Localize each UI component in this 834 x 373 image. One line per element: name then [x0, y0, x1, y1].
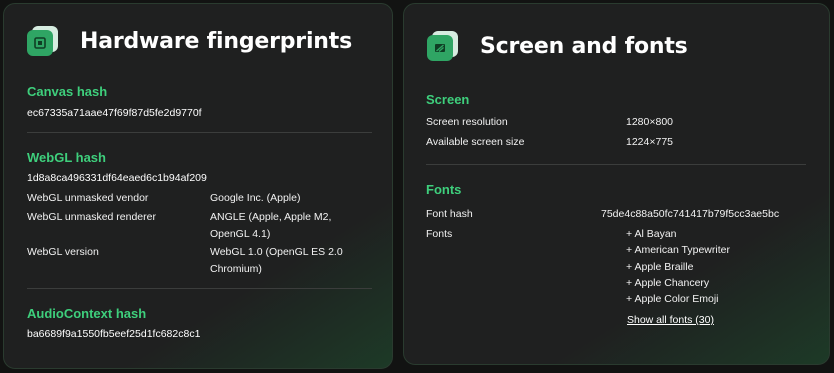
- hardware-card-header: Hardware fingerprints: [27, 26, 352, 56]
- screen-card-header: Screen and fonts: [427, 31, 688, 61]
- available-screen-size-label: Available screen size: [426, 136, 525, 148]
- webgl-version-value: WebGL 1.0 (OpenGL ES 2.0 Chromium): [210, 246, 343, 275]
- hardware-card-title: Hardware fingerprints: [80, 28, 352, 54]
- screen-heading: Screen: [426, 92, 470, 107]
- font-hash-value: 75de4c88a50fc741417b79f5cc3ae5bc: [601, 208, 780, 220]
- screen-resolution-label: Screen resolution: [426, 116, 508, 128]
- available-screen-size-value: 1224×775: [626, 136, 674, 148]
- webgl-vendor-label: WebGL unmasked vendor: [27, 192, 149, 204]
- divider: [426, 164, 806, 165]
- screen-and-fonts-card: Screen and fonts Screen Screen resolutio…: [403, 3, 830, 365]
- divider: [27, 288, 372, 289]
- font-list-item: + Apple Color Emoji: [626, 293, 719, 305]
- screen-resolution-value: 1280×800: [626, 116, 674, 128]
- canvas-hash-value: ec67335a71aae47f69f87d5fe2d9770f: [27, 107, 202, 119]
- font-list-item: + American Typewriter: [626, 244, 730, 256]
- divider: [27, 132, 372, 133]
- audiocontext-hash-value: ba6689f9a1550fb5eef25d1fc682c8c1: [27, 328, 201, 340]
- canvas-hash-heading: Canvas hash: [27, 84, 108, 99]
- fonts-heading: Fonts: [426, 182, 462, 197]
- webgl-hash-value: 1d8a8ca496331df64eaed6c1b94af209: [27, 172, 207, 184]
- font-list-item: + Apple Braille: [626, 261, 694, 273]
- hardware-fingerprints-card: Hardware fingerprints Canvas hash ec6733…: [3, 3, 393, 369]
- audiocontext-hash-heading: AudioContext hash: [27, 306, 147, 321]
- webgl-renderer-label: WebGL unmasked renderer: [27, 211, 156, 223]
- font-list-item: + Apple Chancery: [626, 277, 710, 289]
- fonts-list-label: Fonts: [426, 228, 453, 240]
- webgl-vendor-value: Google Inc. (Apple): [210, 192, 301, 204]
- font-hash-label: Font hash: [426, 208, 473, 220]
- font-list-item: + Al Bayan: [626, 228, 677, 240]
- screen-card-title: Screen and fonts: [480, 33, 688, 59]
- hardware-chip-icon: [27, 26, 59, 56]
- webgl-version-label: WebGL version: [27, 246, 99, 258]
- webgl-renderer-value: ANGLE (Apple, Apple M2, OpenGL 4.1): [210, 211, 332, 240]
- webgl-hash-heading: WebGL hash: [27, 150, 106, 165]
- show-all-fonts-link[interactable]: Show all fonts (30): [627, 314, 714, 326]
- screen-icon: [427, 31, 459, 61]
